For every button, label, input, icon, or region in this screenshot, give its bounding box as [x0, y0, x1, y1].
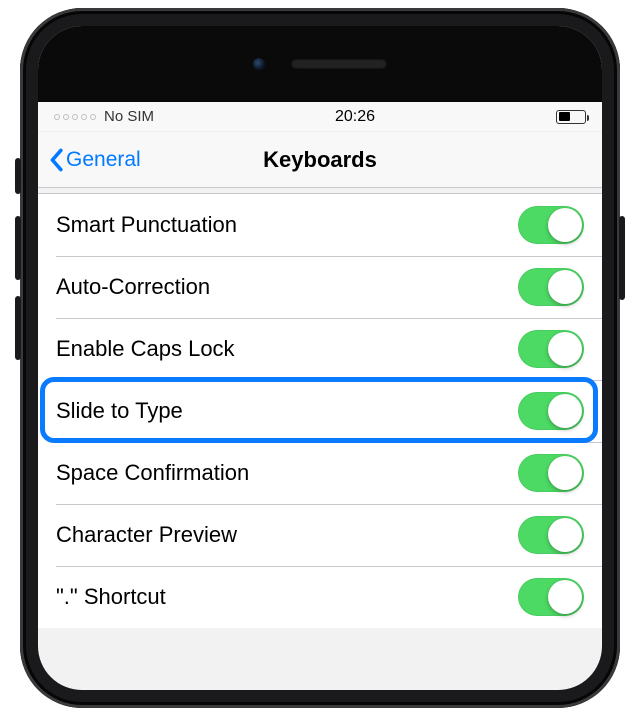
nav-bar: General Keyboards: [38, 132, 602, 188]
settings-row-label: Slide to Type: [56, 398, 183, 424]
settings-row-label: Enable Caps Lock: [56, 336, 235, 362]
chevron-left-icon: [48, 148, 64, 172]
battery-icon: [556, 110, 586, 124]
side-button-mute: [15, 158, 21, 194]
side-button-volume-up: [15, 216, 21, 280]
toggle-knob: [548, 580, 582, 614]
screen: No SIM 20:26 General Keyboards Smart Pun…: [38, 26, 602, 690]
settings-row: Enable Caps Lock: [38, 318, 602, 380]
toggle-switch[interactable]: [518, 330, 584, 368]
settings-row-label: "." Shortcut: [56, 584, 166, 610]
toggle-switch[interactable]: [518, 206, 584, 244]
battery-level: [559, 112, 570, 121]
status-bar: No SIM 20:26: [38, 102, 602, 132]
settings-row: Auto-Correction: [38, 256, 602, 318]
toggle-switch[interactable]: [518, 516, 584, 554]
toggle-switch[interactable]: [518, 454, 584, 492]
toggle-knob: [548, 518, 582, 552]
settings-row-label: Space Confirmation: [56, 460, 249, 486]
back-button[interactable]: General: [48, 148, 141, 172]
toggle-knob: [548, 270, 582, 304]
back-label: General: [66, 148, 141, 172]
bezel-top: [38, 26, 602, 102]
status-time: 20:26: [154, 108, 556, 126]
toggle-switch[interactable]: [518, 578, 584, 616]
front-camera: [253, 58, 265, 70]
carrier-label: No SIM: [104, 108, 154, 125]
toggle-knob: [548, 208, 582, 242]
settings-row: Character Preview: [38, 504, 602, 566]
settings-row: Slide to Type: [38, 380, 602, 442]
toggle-knob: [548, 332, 582, 366]
settings-row-label: Auto-Correction: [56, 274, 210, 300]
settings-row: "." Shortcut: [38, 566, 602, 628]
toggle-switch[interactable]: [518, 268, 584, 306]
signal-dots-icon: [54, 114, 96, 120]
settings-list: Smart Punctuation Auto-Correction Enable C…: [38, 194, 602, 628]
phone-frame: No SIM 20:26 General Keyboards Smart Pun…: [20, 8, 620, 708]
speaker-grill: [291, 59, 387, 69]
toggle-knob: [548, 456, 582, 490]
toggle-knob: [548, 394, 582, 428]
settings-row: Space Confirmation: [38, 442, 602, 504]
side-button-volume-down: [15, 296, 21, 360]
settings-row: Smart Punctuation: [38, 194, 602, 256]
settings-row-label: Character Preview: [56, 522, 237, 548]
toggle-switch[interactable]: [518, 392, 584, 430]
side-button-power: [619, 216, 625, 300]
settings-row-label: Smart Punctuation: [56, 212, 237, 238]
